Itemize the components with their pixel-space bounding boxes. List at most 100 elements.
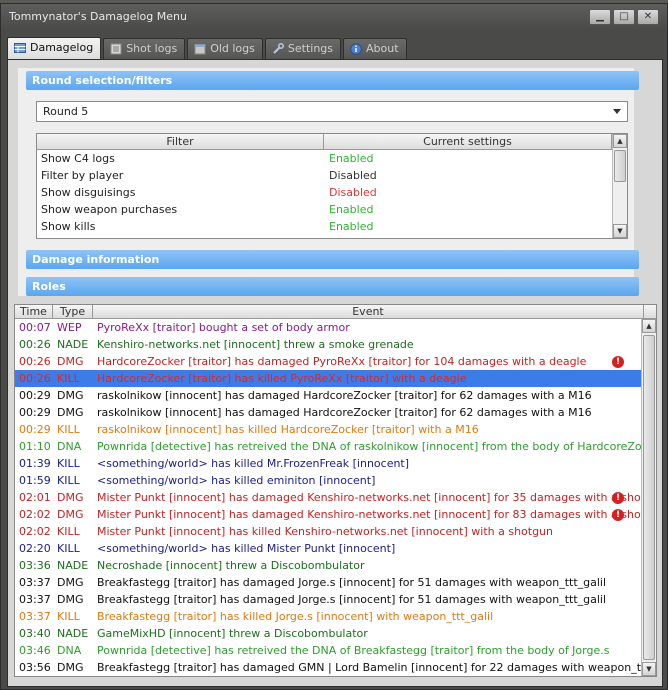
event-column-header[interactable]: Event — [93, 305, 644, 318]
warning-icon: ! — [612, 356, 624, 368]
settings-column-header[interactable]: Current settings — [324, 134, 612, 149]
log-row[interactable]: 00:07 WEP PyroReXx [traitor] bought a set … — [15, 319, 656, 336]
tab-content: Round selection/filters Round 5 Filter C… — [7, 59, 663, 687]
filter-rows: Show C4 logs Enabled Filter by player Disab… — [37, 150, 627, 235]
log-type: DMG — [57, 491, 84, 504]
filter-name: Show disguisings — [41, 186, 136, 199]
log-row[interactable]: 00:29 DMG raskolnikow [innocent] has damag… — [15, 387, 656, 404]
maximize-button[interactable]: □ — [613, 9, 635, 25]
scroll-up-icon[interactable]: ▲ — [613, 134, 627, 148]
filter-name: Show weapon purchases — [41, 203, 178, 216]
log-row[interactable]: 01:59 KILL <something/world> has killed em… — [15, 472, 656, 489]
close-button[interactable]: ✕ — [637, 9, 659, 25]
filter-name: Show C4 logs — [41, 152, 115, 165]
log-row[interactable]: 00:26 DMG HardcoreZocker [traitor] has dam… — [15, 353, 656, 370]
filter-row[interactable]: Show kills Enabled — [37, 218, 627, 235]
roles-header[interactable]: Roles — [26, 277, 639, 296]
log-row[interactable]: 03:36 NADE Necroshade [innocent] threw a D… — [15, 557, 656, 574]
filter-row[interactable]: Show weapon purchases Enabled — [37, 201, 627, 218]
log-event: <something/world> has killed Mr.FrozenFr… — [97, 457, 410, 470]
damagelog-window: Tommynator's Damagelog Menu ▁ □ ✕ Damage… — [0, 3, 668, 690]
scroll-thumb[interactable] — [614, 150, 626, 182]
round-filters-header[interactable]: Round selection/filters — [26, 71, 639, 90]
log-type: DNA — [57, 440, 82, 453]
tab-damagelog[interactable]: Damagelog — [7, 37, 102, 59]
log-row[interactable]: 02:01 DMG Mister Punkt [innocent] has dama… — [15, 489, 656, 506]
log-event: Necroshade [innocent] threw a Discobombu… — [97, 559, 365, 572]
damage-information-header[interactable]: Damage information — [26, 250, 639, 269]
log-type: KILL — [57, 525, 80, 538]
log-type: WEP — [57, 321, 82, 334]
section-title: Round selection/filters — [32, 74, 173, 87]
log-row[interactable]: 03:56 DMG Breakfastegg [traitor] has damag… — [15, 659, 656, 676]
list-icon — [110, 43, 122, 55]
log-row[interactable]: 01:10 DNA Pownrida [detective] has retreiv… — [15, 438, 656, 455]
log-event: Breakfastegg [traitor] has damaged Jorge… — [97, 593, 607, 606]
log-row[interactable]: 01:39 KILL <something/world> has killed Mr… — [15, 455, 656, 472]
filter-value: Disabled — [329, 169, 377, 182]
log-event: Breakfastegg [traitor] has damaged Jorge… — [97, 576, 607, 589]
round-select[interactable]: Round 5 — [36, 101, 628, 122]
tab-settings[interactable]: Settings — [264, 38, 342, 59]
log-rows: 00:07 WEP PyroReXx [traitor] bought a set … — [15, 319, 656, 676]
scroll-thumb[interactable] — [643, 335, 655, 660]
log-event: raskolnikow [innocent] has damaged Hardc… — [97, 406, 592, 419]
section-title: Damage information — [32, 253, 160, 266]
log-row[interactable]: 00:26 KILL HardcoreZocker [traitor] has ki… — [15, 370, 656, 387]
filter-row[interactable]: Filter by player Disabled — [37, 167, 627, 184]
log-time: 00:26 — [19, 372, 51, 385]
time-column-header[interactable]: Time — [15, 305, 53, 318]
type-column-header[interactable]: Type — [53, 305, 93, 318]
tab-about[interactable]: About — [343, 38, 407, 59]
log-row[interactable]: 02:02 KILL Mister Punkt [innocent] has kil… — [15, 523, 656, 540]
log-type: KILL — [57, 610, 80, 623]
log-row[interactable]: 03:40 NADE GameMixHD [innocent] threw a Di… — [15, 625, 656, 642]
tab-label: About — [366, 42, 399, 55]
filter-table: Filter Current settings Show C4 logs Enab… — [36, 133, 628, 239]
log-time: 03:56 — [19, 661, 51, 674]
scroll-down-icon[interactable]: ▼ — [613, 224, 627, 238]
log-type: KILL — [57, 457, 80, 470]
scroll-down-icon[interactable]: ▼ — [642, 662, 656, 676]
log-event: <something/world> has killed Mister Punk… — [97, 542, 396, 555]
log-row[interactable]: 02:02 DMG Mister Punkt [innocent] has dama… — [15, 506, 656, 523]
title-bar[interactable]: Tommynator's Damagelog Menu ▁ □ ✕ — [1, 4, 667, 30]
log-row[interactable]: 00:29 DMG raskolnikow [innocent] has damag… — [15, 404, 656, 421]
wrench-icon — [273, 43, 284, 54]
tab-shot-logs[interactable]: Shot logs — [103, 38, 186, 59]
log-time: 01:10 — [19, 440, 51, 453]
log-time: 00:26 — [19, 338, 51, 351]
log-row[interactable]: 00:26 NADE Kenshiro-networks.net [innocent… — [15, 336, 656, 353]
log-type: NADE — [57, 559, 89, 572]
log-type: DMG — [57, 661, 84, 674]
log-event: raskolnikow [innocent] has killed Hardco… — [97, 423, 479, 436]
log-event: raskolnikow [innocent] has damaged Hardc… — [97, 389, 592, 402]
log-type: DMG — [57, 389, 84, 402]
log-type: DMG — [57, 593, 84, 606]
log-row[interactable]: 03:37 KILL Breakfastegg [traitor] has kill… — [15, 608, 656, 625]
log-event: HardcoreZocker [traitor] has damaged Pyr… — [97, 355, 587, 368]
chevron-down-icon[interactable] — [613, 109, 621, 114]
scroll-up-icon[interactable]: ▲ — [642, 319, 656, 333]
log-row[interactable]: 03:37 DMG Breakfastegg [traitor] has damag… — [15, 591, 656, 608]
filter-row[interactable]: Show disguisings Disabled — [37, 184, 627, 201]
log-row[interactable]: 02:20 KILL <something/world> has killed Mi… — [15, 540, 656, 557]
log-row[interactable]: 03:37 DMG Breakfastegg [traitor] has damag… — [15, 574, 656, 591]
log-event: Mister Punkt [innocent] has damaged Kens… — [97, 508, 653, 521]
log-time: 01:39 — [19, 457, 51, 470]
filter-value: Disabled — [329, 186, 377, 199]
log-type: DNA — [57, 644, 82, 657]
filter-column-header[interactable]: Filter — [37, 134, 324, 149]
tab-old-logs[interactable]: Old logs — [187, 38, 263, 59]
log-row[interactable]: 00:29 KILL raskolnikow [innocent] has kill… — [15, 421, 656, 438]
log-event: Pownrida [detective] has retreived the D… — [97, 644, 610, 657]
tab-label: Damagelog — [30, 41, 94, 54]
minimize-button[interactable]: ▁ — [589, 9, 611, 25]
table-icon — [14, 43, 26, 53]
log-time: 03:40 — [19, 627, 51, 640]
log-row[interactable]: 03:46 DNA Pownrida [detective] has retreiv… — [15, 642, 656, 659]
filter-scrollbar[interactable]: ▲ ▼ — [612, 134, 627, 238]
filter-table-header: Filter Current settings — [37, 134, 627, 150]
log-scrollbar[interactable]: ▲ ▼ — [641, 319, 656, 676]
filter-row[interactable]: Show C4 logs Enabled — [37, 150, 627, 167]
